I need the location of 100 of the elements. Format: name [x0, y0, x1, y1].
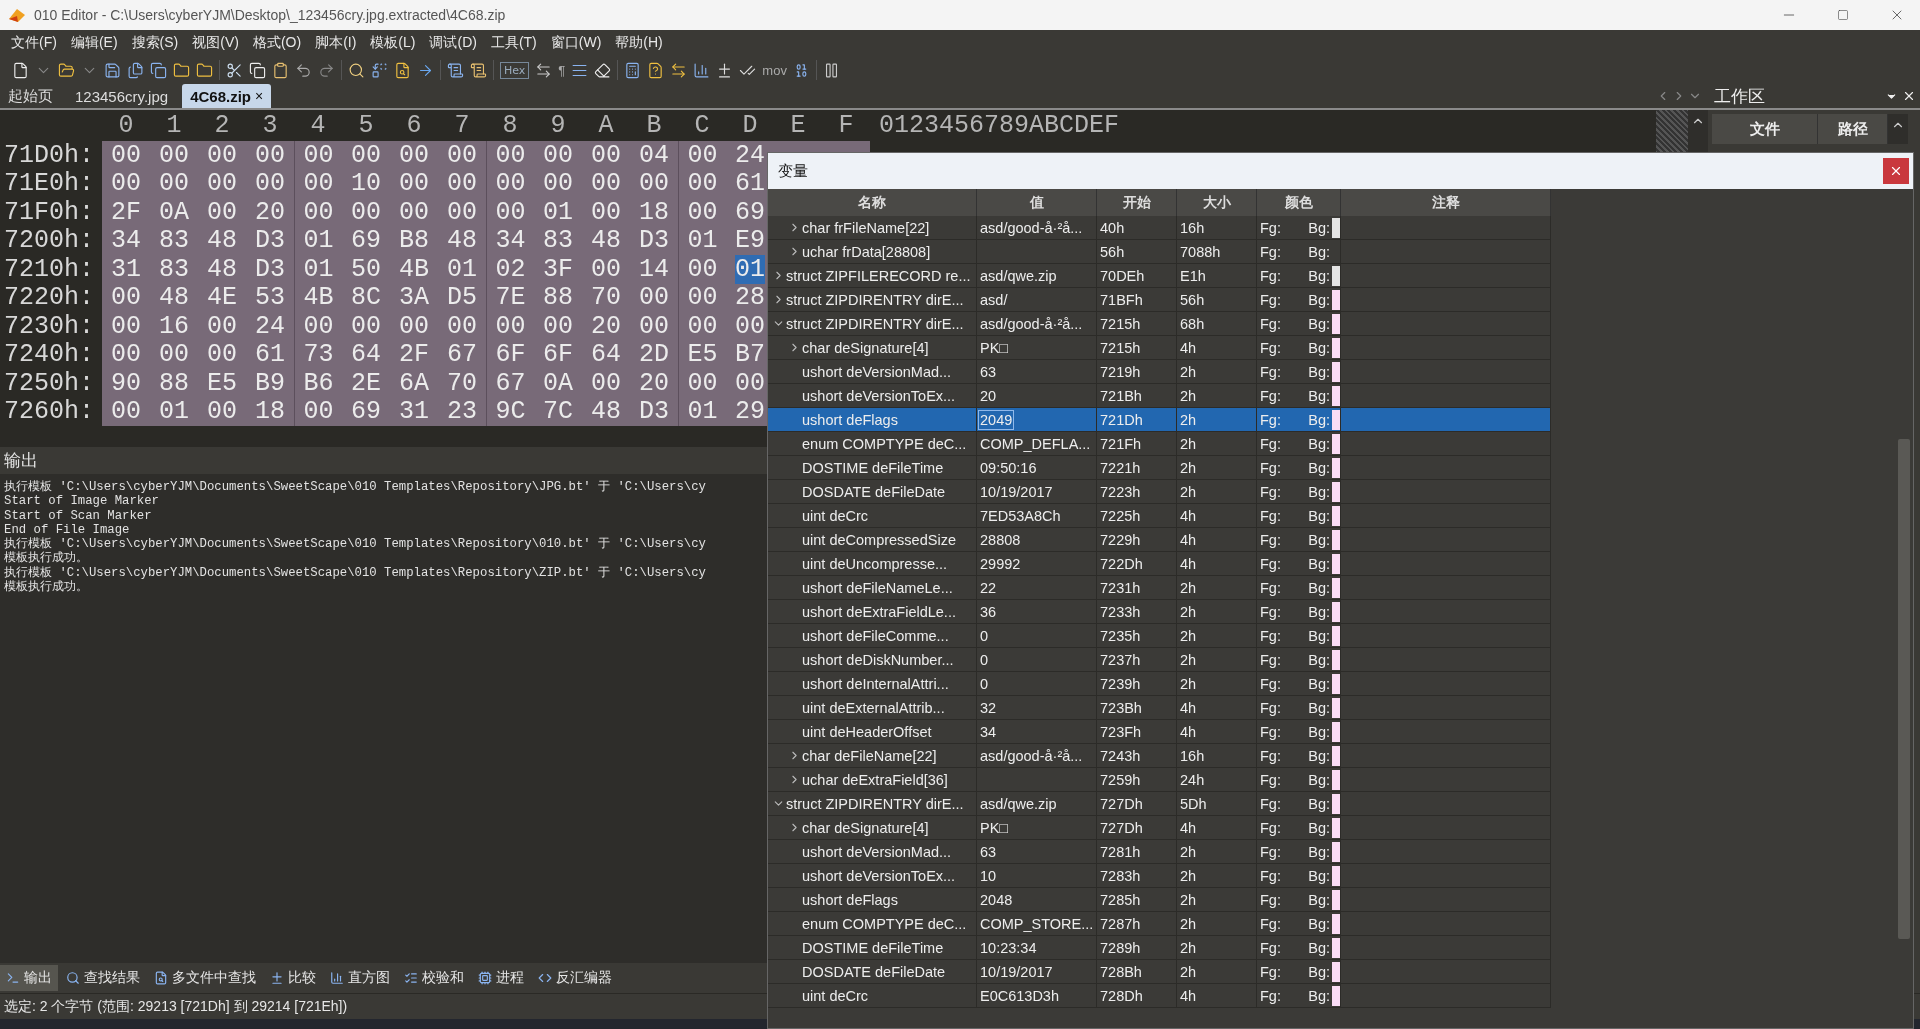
hex-byte[interactable]: 00 — [687, 311, 718, 341]
panel-tab[interactable]: 反汇编器 — [532, 965, 618, 991]
hex-byte[interactable]: 31 — [111, 254, 141, 284]
template-icon[interactable] — [470, 61, 487, 79]
hex-byte[interactable]: 00 — [303, 197, 334, 227]
hex-byte[interactable]: 48 — [207, 254, 237, 284]
histogram-icon[interactable] — [693, 61, 711, 79]
hex-byte[interactable]: 0A — [543, 368, 573, 398]
hex-byte[interactable]: 00 — [543, 311, 573, 341]
menu-item[interactable]: 编辑(E) — [63, 33, 125, 52]
close-button[interactable] — [1883, 158, 1909, 184]
hex-byte[interactable]: 24 — [255, 311, 285, 341]
hex-byte[interactable]: 00 — [639, 283, 669, 313]
hex-byte[interactable]: D3 — [639, 226, 669, 256]
panel-tab[interactable]: 进程 — [472, 965, 530, 991]
maximize-icon[interactable] — [1837, 9, 1849, 21]
variable-row[interactable]: ushort deInternalAttri... 0 7239h 2h Fg: Bg: — [768, 672, 1551, 696]
hex-byte[interactable]: 6F — [543, 340, 573, 370]
hex-byte[interactable]: 00 — [687, 140, 718, 170]
variable-row[interactable]: uint deUncompresse... 29992 722Dh 4h Fg: Bg: — [768, 552, 1551, 576]
hex-byte[interactable]: 01 — [159, 397, 189, 427]
hex-byte[interactable]: 00 — [447, 197, 477, 227]
variable-row[interactable]: uint deCompressedSize 28808 7229h 4h Fg: Bg: — [768, 528, 1551, 552]
hex-byte[interactable]: 00 — [303, 397, 334, 427]
script-icon[interactable] — [447, 61, 464, 79]
hex-byte[interactable]: 24 — [735, 140, 765, 170]
hex-byte[interactable]: 4E — [207, 283, 237, 313]
hex-byte[interactable]: 2F — [111, 197, 141, 227]
hex-byte[interactable]: 00 — [303, 311, 334, 341]
hex-byte[interactable]: 48 — [207, 226, 237, 256]
panel-tab[interactable]: 比较 — [264, 965, 322, 991]
hex-byte[interactable]: 8C — [351, 283, 381, 313]
scrollbar[interactable] — [1888, 114, 1908, 144]
file-info-icon[interactable] — [647, 61, 665, 79]
hex-byte[interactable]: 2D — [639, 340, 669, 370]
compare-icon[interactable] — [670, 61, 688, 79]
hex-byte[interactable]: 00 — [687, 169, 718, 199]
hex-byte[interactable]: 34 — [495, 226, 526, 256]
hex-byte[interactable]: 01 — [303, 254, 334, 284]
hex-byte[interactable]: 16 — [159, 311, 189, 341]
menu-item[interactable]: 格式(O) — [245, 33, 309, 52]
hex-byte[interactable]: 00 — [159, 169, 189, 199]
find-in-files-icon[interactable] — [394, 61, 411, 79]
variable-row[interactable]: ushort deFileNameLe... 22 7231h 2h Fg: Bg: — [768, 576, 1551, 600]
hex-byte[interactable]: 3A — [399, 283, 429, 313]
undo-icon[interactable] — [295, 61, 312, 79]
menu-item[interactable]: 窗口(W) — [543, 33, 609, 52]
hex-byte[interactable]: 00 — [111, 397, 141, 427]
hex-byte[interactable]: 50 — [351, 254, 381, 284]
file-tab[interactable]: 123456cry.jpg — [67, 84, 177, 108]
hex-byte[interactable]: 00 — [495, 311, 526, 341]
variable-row[interactable]: ushort deFileComme... 0 7235h 2h Fg: Bg: — [768, 624, 1551, 648]
hex-byte[interactable]: 48 — [447, 226, 477, 256]
hex-byte[interactable]: 00 — [111, 340, 141, 370]
hex-byte[interactable]: 64 — [351, 340, 381, 370]
panel-tab[interactable]: 查找结果 — [60, 965, 146, 991]
hex-byte[interactable]: 6F — [495, 340, 526, 370]
hex-byte[interactable]: 00 — [111, 140, 141, 170]
variable-row[interactable]: struct ZIPFILERECORD re... asd/qwe.zip 70DEh E1h Fg: Bg: — [768, 264, 1551, 288]
column-header[interactable]: 开始 — [1097, 189, 1177, 216]
variable-row[interactable]: ushort deDiskNumber... 0 7237h 2h Fg: Bg: — [768, 648, 1551, 672]
variable-row[interactable]: enum COMPTYPE deC... COMP_DEFLA... 721Fh 2h Fg: Bg: — [768, 432, 1551, 456]
column-header[interactable]: 路径 — [1818, 114, 1888, 144]
hex-byte[interactable]: 00 — [495, 140, 526, 170]
hex-byte[interactable]: 00 — [399, 311, 429, 341]
hex-byte[interactable]: 00 — [255, 169, 285, 199]
save-as-icon[interactable] — [127, 61, 144, 79]
variable-row[interactable]: struct ZIPDIRENTRY dirE... asd/ 71BFh 56h Fg: Bg: — [768, 288, 1551, 312]
hex-byte[interactable]: 70 — [591, 283, 621, 313]
hex-byte[interactable]: 00 — [687, 368, 718, 398]
hex-byte[interactable]: 00 — [207, 140, 237, 170]
hex-byte[interactable]: 00 — [399, 140, 429, 170]
hex-byte[interactable]: 01 — [735, 254, 765, 284]
hex-byte[interactable]: 00 — [111, 311, 141, 341]
save-icon[interactable] — [104, 61, 121, 79]
hex-byte[interactable]: 9C — [495, 397, 526, 427]
hex-byte[interactable]: 00 — [207, 169, 237, 199]
panel-tab[interactable]: 校验和 — [398, 965, 470, 991]
hex-byte[interactable]: 83 — [543, 226, 573, 256]
hex-byte[interactable]: 69 — [351, 226, 381, 256]
hex-byte[interactable]: 4B — [399, 254, 429, 284]
hex-byte[interactable]: E5 — [687, 340, 718, 370]
hex-byte[interactable]: 31 — [399, 397, 429, 427]
hex-byte[interactable]: 7C — [543, 397, 573, 427]
hex-byte[interactable]: 2F — [399, 340, 429, 370]
menu-item[interactable]: 视图(V) — [185, 33, 246, 52]
hex-byte[interactable]: 01 — [447, 254, 477, 284]
variable-row[interactable]: struct ZIPDIRENTRY dirE... asd/good-å·²å... 7215h 68h Fg: Bg: — [768, 312, 1551, 336]
hex-byte[interactable]: 69 — [351, 397, 381, 427]
open-folder-icon[interactable] — [58, 61, 75, 79]
hex-byte[interactable]: 00 — [159, 140, 189, 170]
hex-byte[interactable]: 88 — [159, 368, 189, 398]
hex-byte[interactable]: 00 — [399, 197, 429, 227]
hex-byte[interactable]: 00 — [207, 197, 237, 227]
column-header[interactable]: 文件 — [1712, 114, 1818, 144]
variable-row[interactable]: char deSignature[4] PK□ 727Dh 4h Fg: Bg: — [768, 816, 1551, 840]
hex-byte[interactable]: 67 — [447, 340, 477, 370]
hex-byte[interactable]: 00 — [447, 311, 477, 341]
hex-byte[interactable]: 00 — [303, 169, 334, 199]
hex-byte[interactable]: 70 — [447, 368, 477, 398]
